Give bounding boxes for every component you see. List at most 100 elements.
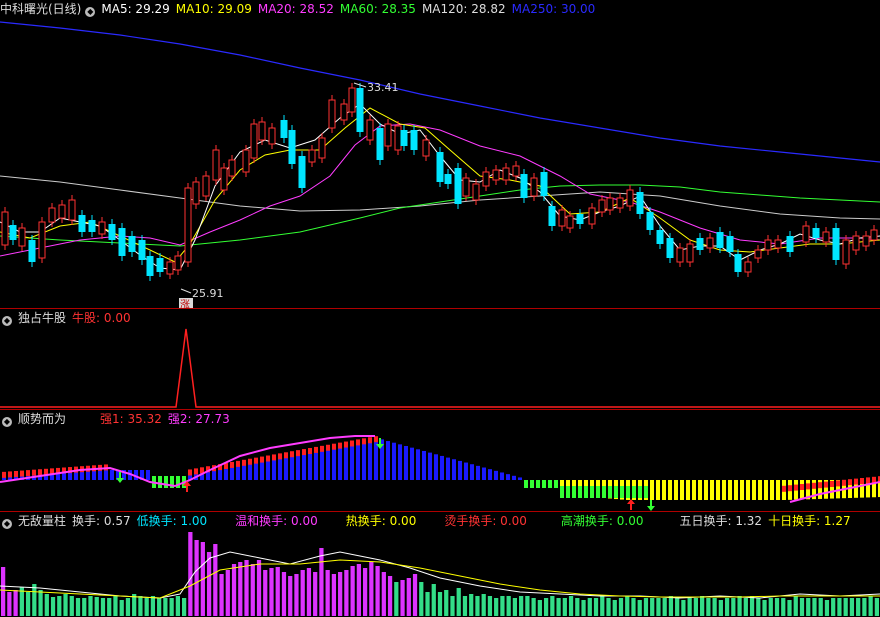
pane-volume[interactable]: ◆ 无敌量柱 换手: 0.57 低换手: 1.00 温和换手: 0.00 热换手: 0.0… (0, 512, 880, 617)
trend-bar (554, 480, 558, 488)
settings-icon[interactable]: ◆ (85, 7, 96, 17)
volume-bar (94, 597, 99, 616)
candle-body (444, 174, 452, 184)
volume-bar (306, 568, 312, 616)
candle-body (812, 228, 820, 238)
trend-bar-green (578, 486, 582, 498)
candle-body (98, 221, 106, 235)
candle-body (18, 227, 26, 247)
ma10-label: MA10: 29.09 (175, 2, 252, 16)
candle-body (340, 103, 348, 121)
trend-bar-core (80, 472, 84, 480)
trend-bar (542, 480, 546, 488)
pane-shunshi[interactable]: ◆ 顺势而为 强1: 35.32 强2: 27.73 (0, 410, 880, 512)
candle-body (250, 123, 258, 159)
volume-bar (556, 598, 561, 616)
volume-bar (543, 598, 549, 616)
candle-body (774, 239, 782, 249)
candle-body (118, 228, 126, 256)
trend-bar (398, 444, 402, 480)
volume-bar (356, 564, 361, 616)
trend-bar-core (374, 442, 378, 480)
volume-bar (787, 600, 792, 616)
trend-bar-red (866, 477, 870, 484)
candle-body (666, 238, 674, 258)
candle-body (212, 149, 220, 181)
trend-bar (470, 464, 474, 480)
volume-bar (687, 598, 692, 616)
five-day-turnover-label: 五日换手: 1.32 (679, 514, 763, 528)
candle-body (348, 87, 356, 113)
trend-bar-green (572, 486, 576, 498)
trend-bar-green (626, 486, 630, 498)
trend-bar (752, 480, 756, 500)
trend-bar (440, 455, 444, 480)
candle-body (384, 123, 392, 147)
volume-bar (519, 596, 524, 616)
volume-bar (812, 598, 817, 616)
candle-body (146, 256, 154, 276)
candle-body (862, 235, 870, 247)
candle-body (318, 137, 326, 159)
pane-volume-title: 无敌量柱 (18, 514, 67, 528)
trend-bar-red (860, 478, 864, 484)
trend-bar (536, 480, 540, 488)
candle-body (636, 192, 644, 214)
trend-bar (548, 480, 552, 488)
candle-body (1, 211, 9, 246)
pane-volume-settings-icon[interactable]: ◆ (2, 519, 12, 529)
candle-body (220, 167, 228, 191)
volume-bar (32, 584, 37, 616)
volume-bar (313, 572, 318, 616)
volume-bar (600, 596, 605, 616)
trend-bar-red (842, 479, 846, 486)
trend-bar-green (632, 486, 636, 498)
ma250-label: MA250: 30.00 (511, 2, 596, 16)
volume-bar (431, 584, 436, 616)
volume-bar (238, 562, 243, 616)
volume-bar (500, 596, 505, 616)
candle-body (242, 149, 250, 173)
candle-body (852, 235, 860, 251)
volume-bar (275, 567, 280, 616)
pane-niugu[interactable]: ◆ 独占牛股 牛股: 0.00 (0, 309, 880, 410)
trend-bar (110, 470, 114, 480)
candle-body (842, 239, 850, 265)
candle-body (9, 225, 17, 240)
candle-body (68, 199, 76, 221)
volume-bar (625, 596, 630, 616)
volume-bar (662, 598, 667, 616)
candle-body (436, 152, 444, 182)
main-price-pane[interactable]: 中科曙光(日线) ◆ MA5: 29.29 MA10: 29.09 MA20: 28.5… (0, 0, 880, 309)
candle-body (400, 130, 408, 146)
candle-body (734, 254, 742, 272)
candle-body (174, 255, 182, 271)
candle-body (228, 159, 236, 177)
volume-bar (568, 596, 574, 616)
candle-body (626, 189, 634, 207)
trend-bar-red (818, 482, 822, 489)
low-marker-line (180, 288, 192, 294)
volume-bar (25, 592, 31, 616)
candle-body (512, 165, 520, 177)
pane-shunshi-settings-icon[interactable]: ◆ (2, 417, 12, 427)
trend-bar (530, 480, 534, 488)
trend-bar (722, 480, 726, 500)
candle-body (616, 197, 624, 209)
pane-niugu-settings-icon[interactable]: ◆ (2, 316, 12, 326)
volume-bar (450, 596, 455, 616)
volume-bar (263, 570, 268, 616)
trend-bar (776, 480, 780, 500)
trend-bar (728, 480, 732, 500)
trend-bar (656, 480, 660, 500)
volume-bar (281, 572, 287, 616)
volume-bar (331, 574, 337, 616)
trend-bar-red (812, 482, 816, 489)
volume-bar (475, 596, 480, 616)
trend-bar-core (362, 444, 366, 480)
candle-body (298, 156, 306, 188)
trend-bar (428, 452, 432, 480)
candle-body (646, 212, 654, 230)
candle-body (376, 128, 384, 160)
volume-bar (319, 548, 324, 616)
